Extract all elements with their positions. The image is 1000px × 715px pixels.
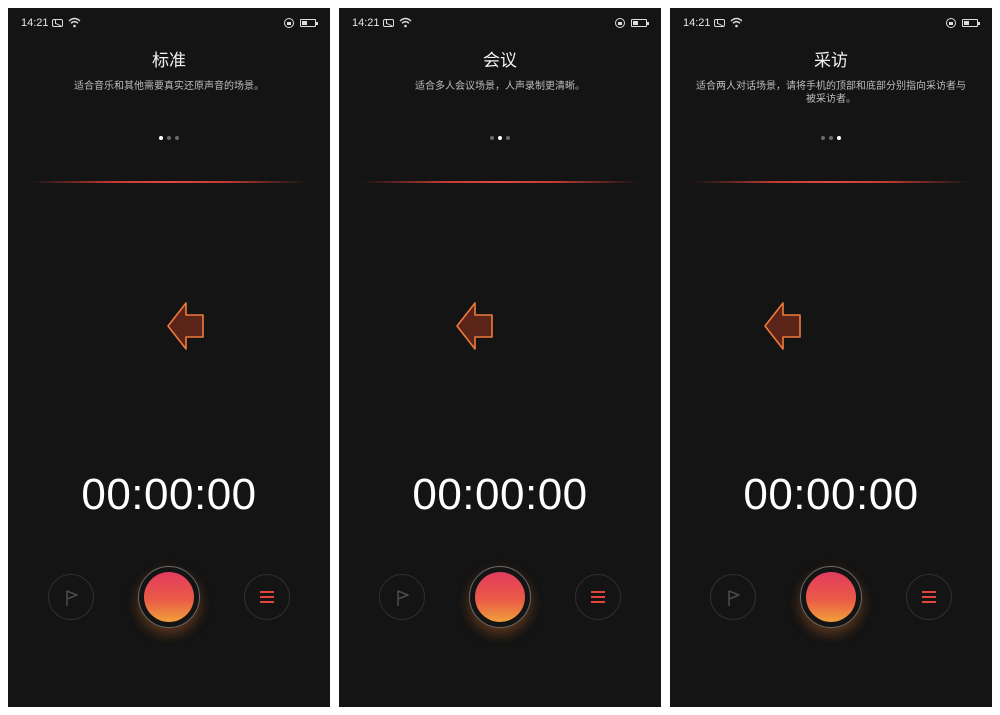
battery-icon [631,19,649,27]
mode-title: 会议 [483,51,517,71]
rotation-lock-icon [615,18,625,28]
record-button[interactable] [469,566,531,628]
page-indicator [670,127,992,140]
page-dot [837,135,841,140]
record-icon [806,572,856,622]
mark-button[interactable] [710,574,756,620]
left-arrow-icon [456,302,493,350]
menu-icon [922,591,936,593]
message-icon [383,19,394,27]
status-time: 14:21 [352,17,380,29]
page-dot [506,135,510,140]
menu-icon [260,591,274,593]
left-arrow-icon [764,302,801,350]
flag-icon [66,590,78,606]
page-indicator [8,127,330,140]
status-bar: 14:21 [670,16,992,32]
battery-icon [300,19,318,27]
recorder-screen-standard: 14:21 标准 适合音乐和其他需要真实还原声音的场景。 00:00:00 [8,8,330,707]
status-time: 14:21 [21,17,49,29]
mark-button[interactable] [379,574,425,620]
record-timer: 00:00:00 [412,470,588,519]
record-icon [475,572,525,622]
record-timer: 00:00:00 [81,470,257,519]
flag-icon [728,590,740,606]
wifi-icon [730,17,743,28]
mode-description: 适合音乐和其他需要真实还原声音的场景。 [74,81,264,92]
record-icon [144,572,194,622]
left-arrow-icon [167,302,204,350]
record-button[interactable] [138,566,200,628]
page-dot [175,135,179,140]
rotation-lock-icon [946,18,956,28]
message-icon [52,19,63,27]
mark-button[interactable] [48,574,94,620]
rotation-lock-icon [284,18,294,28]
page-dot [821,135,825,140]
status-time: 14:21 [683,17,711,29]
menu-icon [591,591,605,593]
page-dot [829,135,833,140]
waveform-line [361,181,639,183]
mode-description: 适合多人会议场景，人声录制更清晰。 [415,81,585,92]
page-dot [490,135,494,140]
mode-title: 标准 [152,51,186,71]
record-timer: 00:00:00 [743,470,919,519]
status-bar: 14:21 [8,16,330,32]
page-dot [498,135,502,140]
status-bar: 14:21 [339,16,661,32]
record-button[interactable] [800,566,862,628]
waveform-line [692,181,970,183]
page-indicator [339,127,661,140]
flag-icon [397,590,409,606]
waveform-line [30,181,308,183]
recorder-screen-meeting: 14:21 会议 适合多人会议场景，人声录制更清晰。 00:00:00 [339,8,661,707]
mode-title: 采访 [814,51,848,71]
wifi-icon [399,17,412,28]
page-dot [167,135,171,140]
battery-icon [962,19,980,27]
page-dot [159,135,163,140]
mode-description: 适合两人对话场景，请将手机的顶部和底部分别指向采访者与被采访者。 [696,81,966,105]
message-icon [714,19,725,27]
recorder-screen-interview: 14:21 采访 适合两人对话场景，请将手机的顶部和底部分别指向采访者与被采访者… [670,8,992,707]
recordings-list-button[interactable] [575,574,621,620]
recordings-list-button[interactable] [244,574,290,620]
recordings-list-button[interactable] [906,574,952,620]
wifi-icon [68,17,81,28]
